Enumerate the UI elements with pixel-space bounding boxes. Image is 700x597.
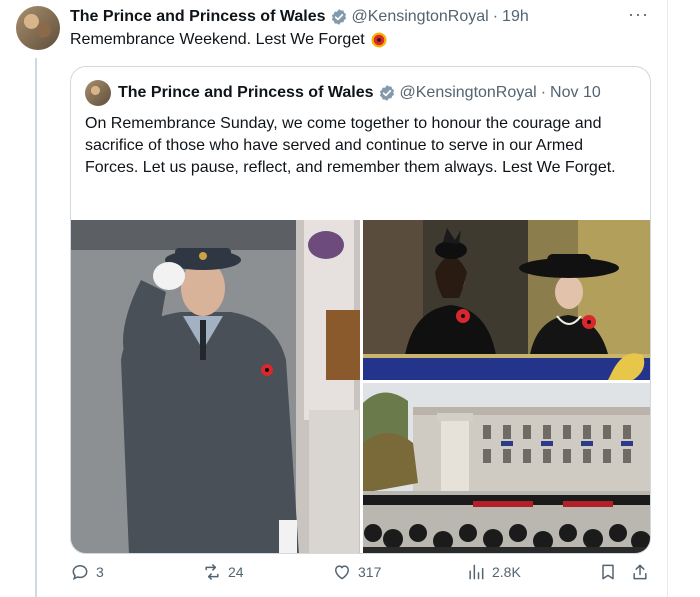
quoted-author-handle: @KensingtonRoyal xyxy=(399,84,537,101)
separator-dot: · xyxy=(540,84,547,101)
reply-icon xyxy=(72,564,88,581)
repost-count: 24 xyxy=(228,564,244,580)
quoted-author-display-name: The Prince and Princess of Wales xyxy=(118,84,374,101)
views-button[interactable]: 2.8K xyxy=(466,560,521,584)
poppy-emoji-icon xyxy=(371,32,387,48)
quoted-tweet-text: On Remembrance Sunday, we come together … xyxy=(85,115,616,176)
bookmark-icon xyxy=(602,564,614,580)
separator-dot: · xyxy=(492,8,499,25)
like-button[interactable]: 317 xyxy=(332,560,381,584)
quoted-tweet-header: The Prince and Princess of Wales @Kensin… xyxy=(85,79,601,107)
tweet-text: Remembrance Weekend. Lest We Forget xyxy=(70,31,365,48)
share-icon xyxy=(633,564,647,580)
views-icon xyxy=(469,564,484,580)
repost-button[interactable]: 24 xyxy=(202,560,244,584)
view-count: 2.8K xyxy=(492,564,521,580)
quoted-tweet-timestamp: Nov 10 xyxy=(550,84,601,101)
quoted-author-avatar xyxy=(85,80,111,106)
author-display-name[interactable]: The Prince and Princess of Wales xyxy=(70,8,326,26)
action-bar: 3 24 317 2.8K xyxy=(70,560,660,584)
like-count: 317 xyxy=(358,564,382,580)
tweet-body: Remembrance Weekend. Lest We Forget xyxy=(70,30,388,50)
thread-connector xyxy=(35,58,37,597)
author-avatar[interactable] xyxy=(16,6,60,50)
photo-saluting-officer[interactable] xyxy=(71,220,360,553)
bookmark-button[interactable] xyxy=(598,560,624,584)
reply-count: 3 xyxy=(96,564,104,580)
like-icon xyxy=(335,565,349,580)
tweet-header: The Prince and Princess of Wales @Kensin… xyxy=(70,6,529,28)
verified-badge-icon xyxy=(379,85,394,101)
tweet-timestamp[interactable]: 19h xyxy=(502,8,529,26)
author-handle[interactable]: @KensingtonRoyal xyxy=(352,8,489,26)
photo-cenotaph-ceremony[interactable] xyxy=(363,383,650,553)
repost-icon xyxy=(205,564,219,580)
more-icon[interactable]: ··· xyxy=(628,4,649,25)
verified-badge-icon xyxy=(331,9,346,25)
timeline-divider xyxy=(667,0,668,597)
share-button[interactable] xyxy=(630,560,656,584)
reply-button[interactable]: 3 xyxy=(70,560,104,584)
photo-balcony[interactable] xyxy=(363,220,650,380)
media-grid xyxy=(71,220,650,553)
quoted-tweet-card[interactable]: The Prince and Princess of Wales @Kensin… xyxy=(70,66,651,554)
